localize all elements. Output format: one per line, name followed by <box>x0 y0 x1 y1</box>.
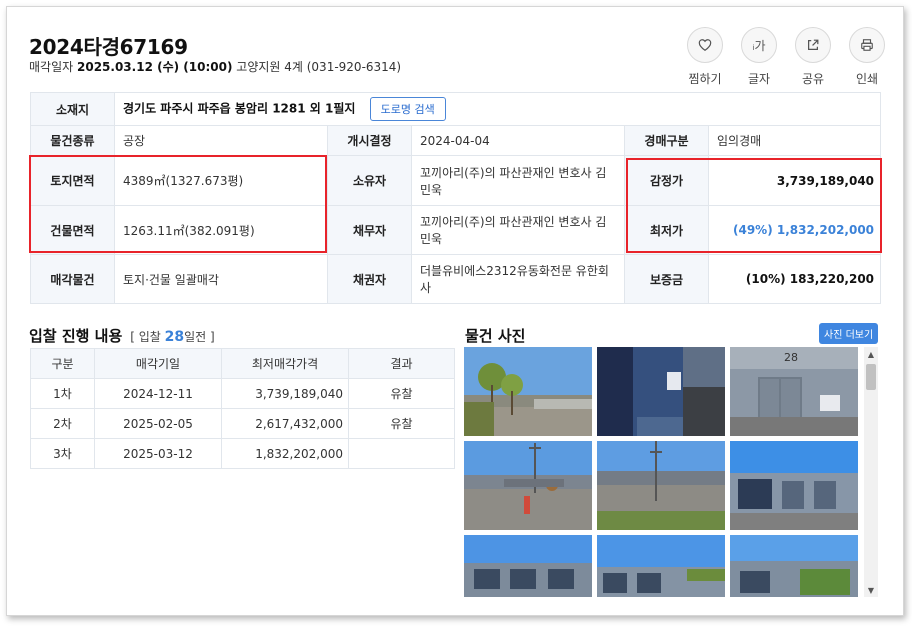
photos-title: 물건 사진 <box>465 327 526 345</box>
bid-countdown-prefix: [ 입찰 <box>130 330 161 344</box>
start-value: 2024-04-04 <box>411 125 625 156</box>
road-address-search-button[interactable]: 도로명 검색 <box>369 97 446 121</box>
property-photo[interactable] <box>464 347 592 436</box>
scrollbar-thumb[interactable] <box>866 364 876 390</box>
print-icon <box>849 27 885 63</box>
property-photo[interactable] <box>597 535 725 597</box>
owner-label: 소유자 <box>327 155 412 206</box>
share-label: 공유 <box>801 72 825 86</box>
round-cell: 1차 <box>30 378 95 409</box>
property-photo[interactable] <box>597 441 725 530</box>
bid-countdown-days: 28 <box>164 329 185 345</box>
favorite-button[interactable]: 찜하기 <box>685 27 725 87</box>
min-price-label: 최저가 <box>624 205 709 255</box>
property-photo[interactable] <box>464 535 592 597</box>
text-size-icon: ᵢ가 <box>741 27 777 63</box>
share-button[interactable]: 공유 <box>793 27 833 87</box>
bid-history-table: 구분 매각기일 최저매각가격 결과 1차 2024-12-11 3,739,18… <box>30 348 455 469</box>
price-cell: 2,617,432,000 <box>221 408 349 439</box>
scroll-down-arrow-icon[interactable]: ▼ <box>864 583 878 597</box>
auction-type-label: 경매구분 <box>624 125 709 156</box>
location-cell: 경기도 파주시 파주읍 봉암리 1281 외 1필지 도로명 검색 <box>113 92 882 126</box>
col-result: 결과 <box>348 348 455 379</box>
property-photo[interactable] <box>730 441 858 530</box>
heart-icon <box>687 27 723 63</box>
property-photo[interactable] <box>730 535 858 597</box>
location-value: 경기도 파주시 파주읍 봉암리 1281 외 1필지 <box>123 101 356 116</box>
result-cell: 유찰 <box>348 408 455 439</box>
property-photo[interactable]: 28 <box>730 347 858 436</box>
location-label: 소재지 <box>30 92 115 126</box>
gallery-scrollbar[interactable]: ▲ ▼ <box>864 347 878 597</box>
building-area-value: 1263.11㎡(382.091평) <box>114 205 328 255</box>
text-size-glyph: ᵢ가 <box>752 38 766 53</box>
debtor-label: 채무자 <box>327 205 412 255</box>
price-cell: 3,739,189,040 <box>221 378 349 409</box>
deposit-value: (10%) 183,220,200 <box>707 254 882 304</box>
land-area-value: 4389㎡(1327.673평) <box>114 155 328 206</box>
table-row: 물건종류 공장 개시결정 2024-04-04 경매구분 임의경매 <box>30 125 882 156</box>
property-photo[interactable] <box>464 441 592 530</box>
table-row: 건물면적 1263.11㎡(382.091평) 채무자 꼬끼아리(주)의 파산관… <box>30 205 882 255</box>
round-cell: 2차 <box>30 408 95 439</box>
property-info-table: 소재지 경기도 파주시 파주읍 봉암리 1281 외 1필지 도로명 검색 물건… <box>30 92 882 304</box>
appraisal-label: 감정가 <box>624 155 709 206</box>
bid-countdown-suffix: 일전 ] <box>184 330 215 344</box>
auction-detail-window: 2024타경67169 매각일자 2025.03.12 (수) (10:00) … <box>6 6 904 616</box>
col-round: 구분 <box>30 348 95 379</box>
bid-progress-header: 입찰 진행 내용 [ 입찰 28일전 ] <box>29 325 215 346</box>
land-area-label: 토지면적 <box>30 155 115 206</box>
table-row: 매각물건 토지·건물 일괄매각 채권자 더블유비에스2312유동화전문 유한회사… <box>30 254 882 304</box>
table-header-row: 구분 매각기일 최저매각가격 결과 <box>30 348 455 379</box>
col-date: 매각기일 <box>94 348 222 379</box>
case-number-title: 2024타경67169 <box>29 35 188 59</box>
debtor-value: 꼬끼아리(주)의 파산관재인 변호사 김민욱 <box>411 205 625 255</box>
start-label: 개시결정 <box>327 125 412 156</box>
deposit-label: 보증금 <box>624 254 709 304</box>
font-size-button[interactable]: ᵢ가 글자 <box>739 27 779 87</box>
table-row: 2차 2025-02-05 2,617,432,000 유찰 <box>30 408 455 439</box>
creditor-label: 채권자 <box>327 254 412 304</box>
bid-progress-title: 입찰 진행 내용 <box>29 327 123 345</box>
favorite-label: 찜하기 <box>688 72 722 86</box>
owner-value: 꼬끼아리(주)의 파산관재인 변호사 김민욱 <box>411 155 625 206</box>
round-cell: 3차 <box>30 438 95 469</box>
sale-info-line: 매각일자 2025.03.12 (수) (10:00) 고양지원 4계 (031… <box>29 58 401 75</box>
more-photos-button[interactable]: 사진 더보기 <box>819 323 879 344</box>
sale-date: 2025.03.12 (수) (10:00) <box>77 60 233 74</box>
col-min-price: 최저매각가격 <box>221 348 349 379</box>
result-cell <box>348 438 455 469</box>
table-row: 3차 2025-03-12 1,832,202,000 <box>30 438 455 469</box>
scroll-up-arrow-icon[interactable]: ▲ <box>864 347 878 361</box>
building-area-label: 건물면적 <box>30 205 115 255</box>
sale-item-value: 토지·건물 일괄매각 <box>114 254 328 304</box>
court-info: 고양지원 4계 (031-920-6314) <box>236 60 402 74</box>
type-label: 물건종류 <box>30 125 115 156</box>
sale-date-label: 매각일자 <box>29 60 74 74</box>
appraisal-value: 3,739,189,040 <box>707 155 882 206</box>
action-bar: 찜하기 ᵢ가 글자 공유 인쇄 <box>685 27 887 87</box>
min-price-value: (49%) 1,832,202,000 <box>707 205 882 255</box>
table-row: 토지면적 4389㎡(1327.673평) 소유자 꼬끼아리(주)의 파산관재인… <box>30 155 882 206</box>
date-cell: 2024-12-11 <box>94 378 222 409</box>
print-button[interactable]: 인쇄 <box>847 27 887 87</box>
bid-countdown: [ 입찰 28일전 ] <box>130 328 214 345</box>
sale-item-label: 매각물건 <box>30 254 115 304</box>
date-cell: 2025-03-12 <box>94 438 222 469</box>
auction-type-value: 임의경매 <box>707 125 882 156</box>
type-value: 공장 <box>114 125 328 156</box>
photo-gallery: 28 <box>464 347 880 597</box>
creditor-value: 더블유비에스2312유동화전문 유한회사 <box>411 254 625 304</box>
date-cell: 2025-02-05 <box>94 408 222 439</box>
property-photo[interactable] <box>597 347 725 436</box>
table-row: 1차 2024-12-11 3,739,189,040 유찰 <box>30 378 455 409</box>
share-icon <box>795 27 831 63</box>
print-label: 인쇄 <box>855 72 879 86</box>
result-cell: 유찰 <box>348 378 455 409</box>
building-number-sign: 28 <box>784 351 798 364</box>
table-row: 소재지 경기도 파주시 파주읍 봉암리 1281 외 1필지 도로명 검색 <box>30 92 882 126</box>
font-size-label: 글자 <box>747 72 771 86</box>
price-cell: 1,832,202,000 <box>221 438 349 469</box>
